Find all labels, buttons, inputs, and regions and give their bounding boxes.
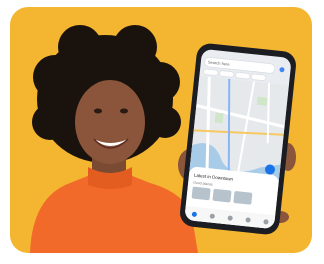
chip[interactable]	[203, 69, 219, 76]
place-thumbnail[interactable]	[233, 190, 253, 205]
chip[interactable]	[251, 74, 266, 81]
explore-tab-icon[interactable]	[191, 211, 197, 217]
updates-tab-icon[interactable]	[262, 218, 269, 225]
phone-screen: Search here Latest in Downtown Good plac…	[184, 48, 292, 230]
place-thumbnail[interactable]	[191, 186, 211, 201]
microphone-icon[interactable]	[279, 66, 285, 73]
place-thumbnail[interactable]	[212, 188, 232, 203]
place-thumbnails	[191, 186, 253, 205]
saved-tab-icon[interactable]	[226, 214, 233, 221]
smartphone: Search here Latest in Downtown Good plac…	[178, 42, 298, 236]
chip[interactable]	[235, 72, 250, 79]
photo-card: Search here Latest in Downtown Good plac…	[10, 7, 312, 253]
chip[interactable]	[219, 70, 234, 78]
face	[75, 80, 145, 164]
contribute-tab-icon[interactable]	[244, 216, 251, 223]
search-placeholder: Search here	[207, 59, 230, 67]
go-tab-icon[interactable]	[209, 212, 215, 219]
sheet-subtitle: Good places	[192, 180, 213, 187]
